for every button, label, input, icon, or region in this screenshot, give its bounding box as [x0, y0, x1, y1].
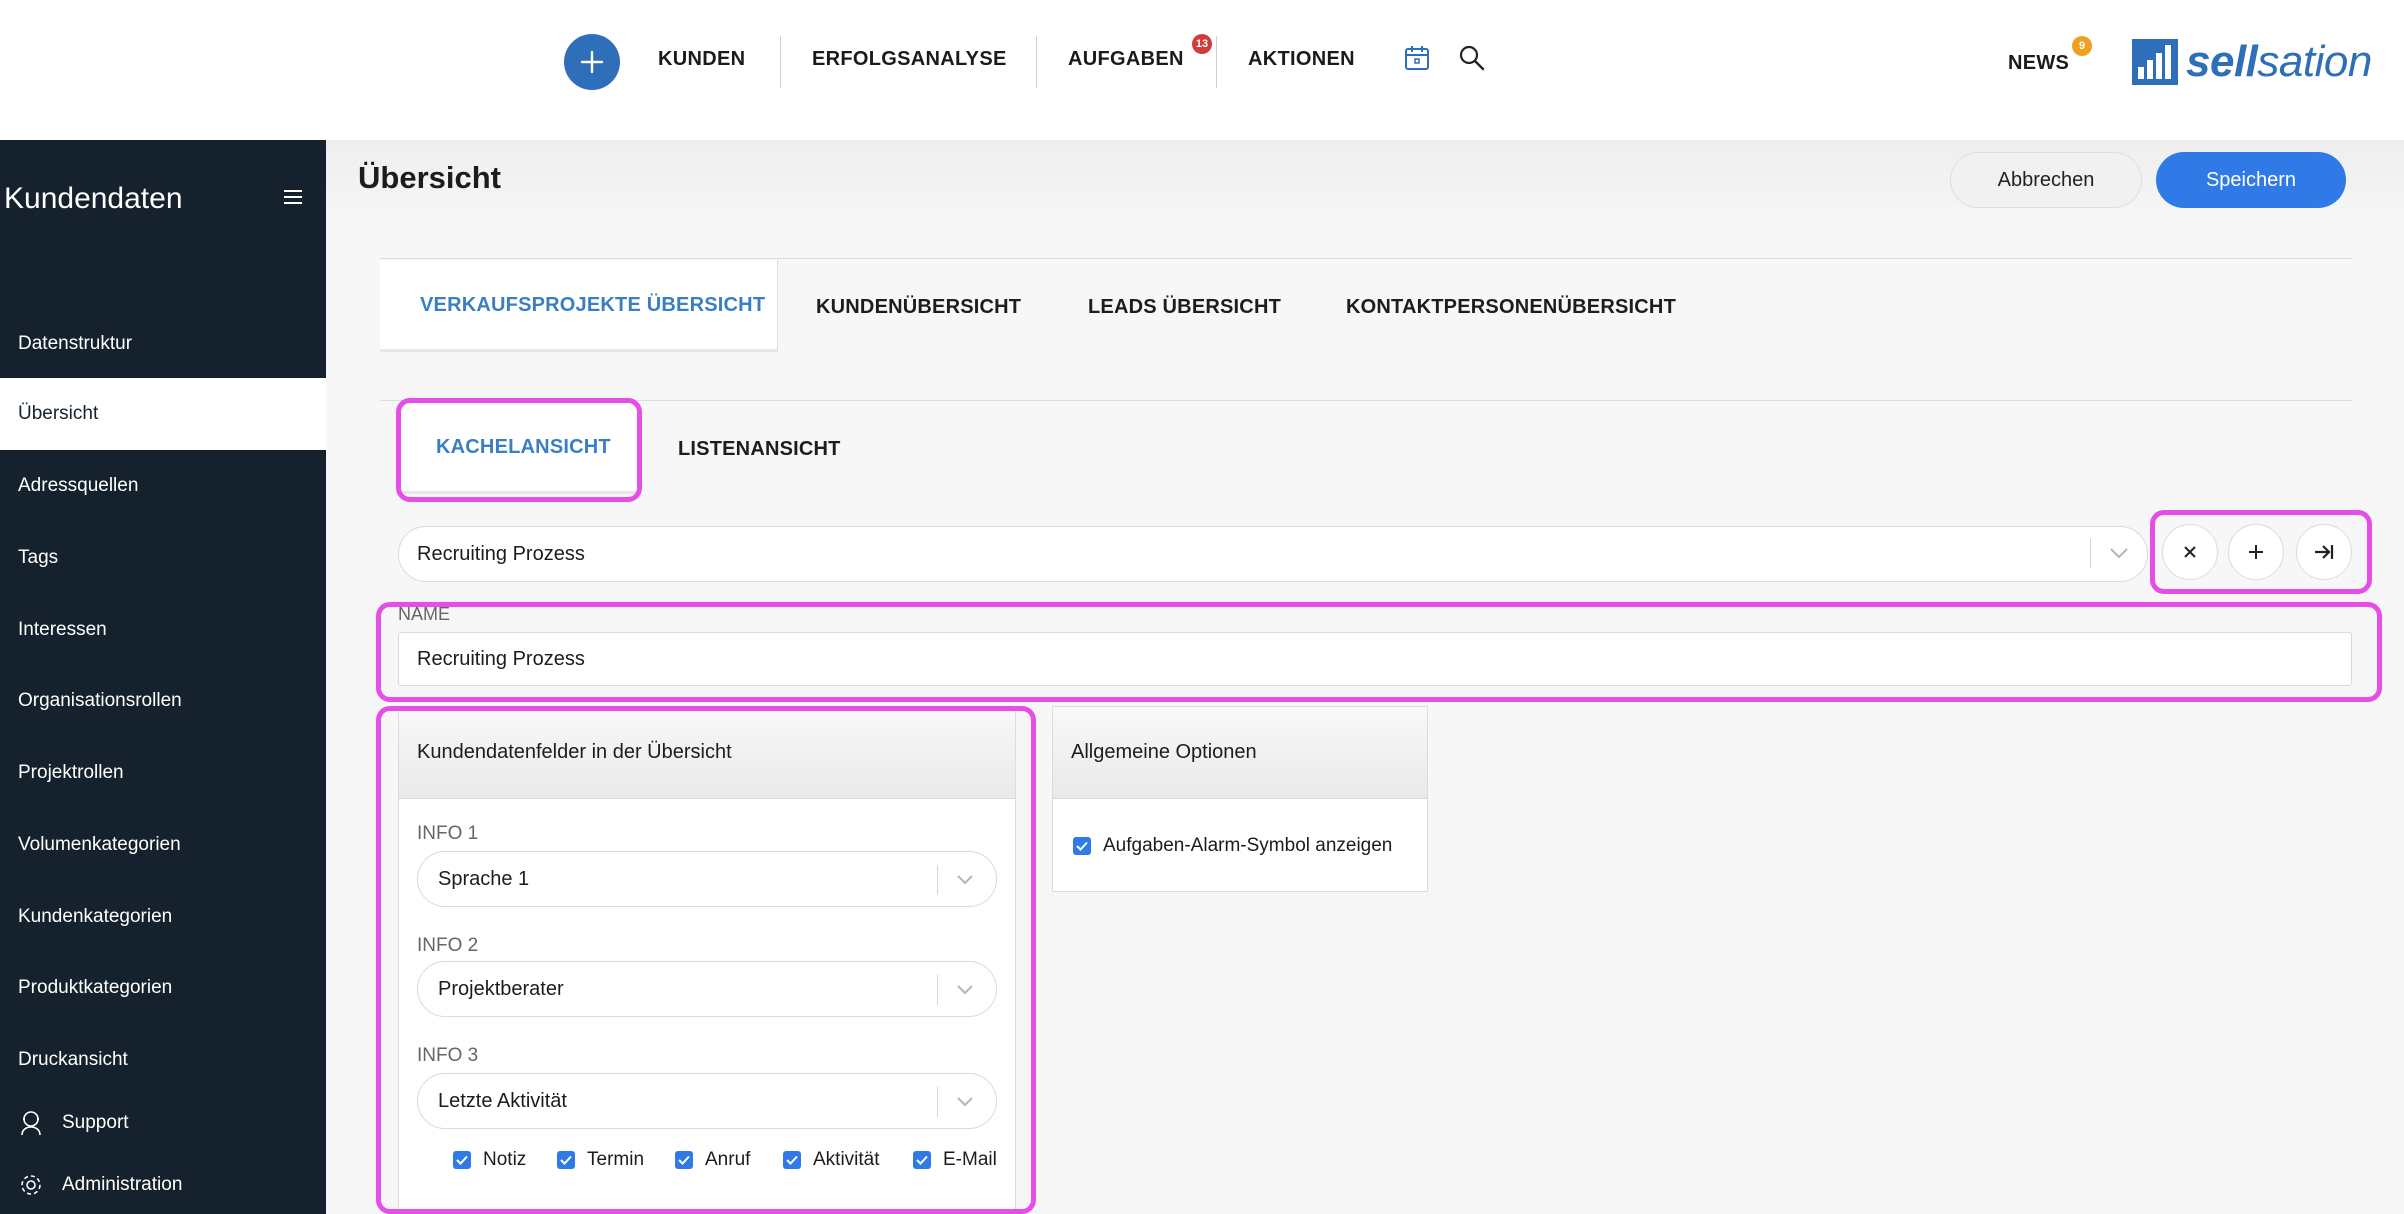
info-1-value: Sprache 1 — [438, 867, 530, 890]
info-3-label: INFO 3 — [417, 1045, 479, 1066]
close-icon — [2184, 546, 2196, 558]
sidebar-item-projektrollen[interactable]: Projektrollen — [0, 737, 326, 809]
select-separator — [937, 975, 938, 1005]
calendar-icon[interactable] — [1404, 44, 1430, 77]
chevron-down-icon[interactable] — [955, 873, 975, 891]
sidebar-item-uebersicht[interactable]: Übersicht — [0, 378, 326, 450]
sidebar-item-organisationsrollen[interactable]: Organisationsrollen — [0, 665, 326, 737]
subtabs-divider — [380, 400, 2352, 401]
info-3-value: Letzte Aktivität — [438, 1089, 567, 1112]
hamburger-menu-icon[interactable] — [282, 188, 304, 211]
sidebar-item-tags[interactable]: Tags — [0, 522, 326, 594]
save-button[interactable]: Speichern — [2156, 152, 2346, 208]
info-1-select[interactable]: Sprache 1 — [417, 851, 997, 907]
name-input-value: Recruiting Prozess — [417, 647, 585, 670]
top-navigation: KUNDEN ERFOLGSANALYSE AUFGABEN 13 AKTION… — [0, 0, 2404, 140]
nav-kunden[interactable]: KUNDEN — [658, 48, 745, 71]
checkbox-label: E-Mail — [943, 1149, 997, 1170]
nav-separator — [1036, 36, 1037, 88]
view-select[interactable]: Recruiting Prozess — [398, 526, 2148, 582]
checkbox-label: Anruf — [705, 1149, 751, 1170]
plus-icon — [580, 50, 604, 74]
chevron-down-icon[interactable] — [2108, 546, 2130, 565]
fields-panel-title: Kundendatenfelder in der Übersicht — [399, 707, 1015, 799]
checkbox-label: Aufgaben-Alarm-Symbol anzeigen — [1103, 835, 1393, 856]
nav-news[interactable]: NEWS — [2008, 52, 2069, 75]
select-separator — [2090, 538, 2091, 568]
support-label: Support — [62, 1112, 129, 1133]
sidebar-title: Kundendaten — [4, 182, 183, 215]
checkmark-icon — [675, 1151, 693, 1169]
name-label: NAME — [398, 604, 451, 624]
tab-leads-uebersicht[interactable]: LEADS ÜBERSICHT — [1088, 296, 1281, 319]
chevron-down-icon[interactable] — [955, 983, 975, 1001]
bar-chart-logo-icon — [2132, 39, 2178, 85]
name-input[interactable]: Recruiting Prozess — [398, 632, 2352, 686]
info-3-select[interactable]: Letzte Aktivität — [417, 1073, 997, 1129]
checkbox-termin[interactable]: Termin — [557, 1149, 644, 1171]
view-select-value: Recruiting Prozess — [417, 542, 585, 565]
sellsation-logo: sellsation — [2132, 37, 2372, 86]
sidebar-item-support[interactable]: Support — [16, 1108, 129, 1138]
select-separator — [937, 865, 938, 895]
add-view-button[interactable] — [2228, 524, 2284, 580]
checkbox-email[interactable]: E-Mail — [913, 1149, 997, 1171]
administration-label: Administration — [62, 1174, 183, 1195]
plus-icon — [2249, 545, 2263, 559]
sidebar: Kundendaten Datenstruktur Übersicht Adre… — [0, 140, 326, 1214]
aufgaben-badge: 13 — [1192, 34, 1212, 54]
delete-view-button[interactable] — [2162, 524, 2218, 580]
tabs-divider — [380, 258, 2352, 259]
options-panel-title: Allgemeine Optionen — [1053, 707, 1427, 799]
checkbox-notiz[interactable]: Notiz — [453, 1149, 526, 1171]
arrow-right-to-bar-icon — [2315, 545, 2334, 559]
sidebar-item-volumenkategorien[interactable]: Volumenkategorien — [0, 809, 326, 881]
page-title: Übersicht — [358, 160, 501, 195]
sidebar-item-kundenkategorien[interactable]: Kundenkategorien — [0, 881, 326, 953]
chevron-down-icon[interactable] — [955, 1095, 975, 1113]
fields-panel: Kundendatenfelder in der Übersicht INFO … — [398, 706, 1016, 1214]
sidebar-item-datenstruktur[interactable]: Datenstruktur — [0, 308, 326, 380]
sidebar-item-druckansicht[interactable]: Druckansicht — [0, 1024, 326, 1096]
options-panel: Allgemeine Optionen Aufgaben-Alarm-Symbo… — [1052, 706, 1428, 892]
checkbox-label: Aktivität — [813, 1149, 880, 1170]
cancel-button[interactable]: Abbrechen — [1950, 152, 2142, 208]
headset-icon — [16, 1108, 46, 1138]
checkmark-icon — [913, 1151, 931, 1169]
sidebar-item-produktkategorien[interactable]: Produktkategorien — [0, 952, 326, 1024]
checkmark-icon — [557, 1151, 575, 1169]
search-icon[interactable] — [1458, 44, 1486, 77]
sidebar-item-adressquellen[interactable]: Adressquellen — [0, 450, 326, 522]
info-2-value: Projektberater — [438, 977, 564, 1000]
nav-erfolgsanalyse[interactable]: ERFOLGSANALYSE — [812, 48, 1007, 71]
nav-aktionen[interactable]: AKTIONEN — [1248, 48, 1355, 71]
checkmark-icon — [783, 1151, 801, 1169]
info-2-select[interactable]: Projektberater — [417, 961, 997, 1017]
tab-kontaktpersonenuebersicht[interactable]: KONTAKTPERSONENÜBERSICHT — [1346, 296, 1676, 319]
create-new-button[interactable] — [564, 34, 620, 90]
tab-verkaufsprojekte-uebersicht[interactable]: VERKAUFSPROJEKTE ÜBERSICHT — [420, 294, 765, 317]
tab-kachelansicht[interactable]: KACHELANSICHT — [436, 436, 611, 459]
tab-listenansicht[interactable]: LISTENANSICHT — [678, 438, 841, 461]
select-separator — [937, 1087, 938, 1117]
checkmark-icon — [453, 1151, 471, 1169]
sidebar-item-administration[interactable]: Administration — [16, 1170, 182, 1200]
gear-icon — [16, 1170, 46, 1200]
checkbox-label: Termin — [587, 1149, 645, 1170]
nav-separator — [780, 36, 781, 88]
info-2-label: INFO 2 — [417, 935, 479, 956]
checkbox-label: Notiz — [483, 1149, 527, 1170]
checkbox-anruf[interactable]: Anruf — [675, 1149, 750, 1171]
export-view-button[interactable] — [2296, 524, 2352, 580]
nav-separator — [1216, 36, 1217, 88]
checkmark-icon — [1073, 837, 1091, 855]
checkbox-aufgaben-alarm[interactable]: Aufgaben-Alarm-Symbol anzeigen — [1073, 835, 1392, 857]
checkbox-aktivitaet[interactable]: Aktivität — [783, 1149, 880, 1171]
info-1-label: INFO 1 — [417, 823, 479, 844]
nav-aufgaben[interactable]: AUFGABEN — [1068, 48, 1184, 71]
sidebar-item-interessen[interactable]: Interessen — [0, 594, 326, 666]
tab-kundenuebersicht[interactable]: KUNDENÜBERSICHT — [816, 296, 1021, 319]
news-badge: 9 — [2072, 36, 2092, 56]
